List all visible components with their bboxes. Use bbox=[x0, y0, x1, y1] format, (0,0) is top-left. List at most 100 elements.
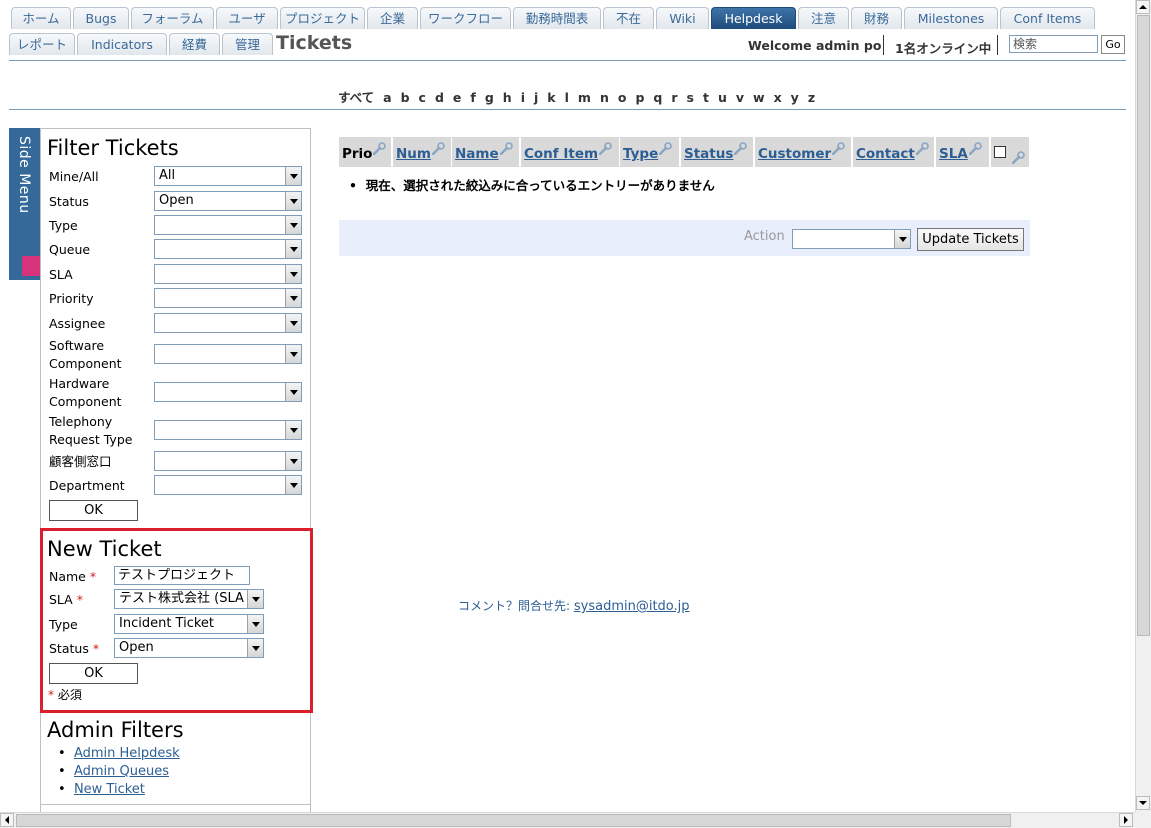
letter[interactable]: p bbox=[635, 90, 644, 105]
column-header-customer[interactable]: Customer bbox=[755, 137, 851, 167]
letter[interactable]: s bbox=[687, 90, 694, 105]
tab-bugs[interactable]: Bugs bbox=[73, 7, 129, 29]
tab-home[interactable]: ホーム bbox=[11, 7, 71, 29]
letter[interactable]: e bbox=[453, 90, 461, 105]
column-header-name[interactable]: Name bbox=[452, 137, 519, 167]
sla-select[interactable] bbox=[154, 264, 302, 284]
column-header-num[interactable]: Num bbox=[393, 137, 451, 167]
letter[interactable]: m bbox=[578, 90, 591, 105]
mine-all-select[interactable]: All bbox=[154, 166, 302, 186]
admin-helpdesk-link[interactable]: Admin Helpdesk bbox=[74, 746, 180, 761]
tab-timesheet[interactable]: 勤務時間表 bbox=[513, 7, 601, 29]
new-ticket-link[interactable]: New Ticket bbox=[74, 782, 145, 797]
letter[interactable]: f bbox=[470, 90, 475, 105]
tab-conf-items[interactable]: Conf Items bbox=[1000, 7, 1095, 29]
column-header-contact[interactable]: Contact bbox=[853, 137, 934, 167]
tab-notices[interactable]: 注意 bbox=[798, 7, 849, 29]
column-header-sla[interactable]: SLA bbox=[936, 137, 989, 167]
tab-projects[interactable]: プロジェクト bbox=[280, 7, 365, 29]
letter[interactable]: v bbox=[736, 90, 744, 105]
tab-forum[interactable]: フォーラム bbox=[131, 7, 214, 29]
department-select[interactable] bbox=[154, 475, 302, 495]
side-menu-toggle[interactable]: Side Menu bbox=[9, 128, 40, 280]
search-input[interactable]: 検索 bbox=[1009, 35, 1098, 53]
letter[interactable]: i bbox=[521, 90, 525, 105]
divider bbox=[9, 60, 1126, 61]
filter-label: Queue bbox=[49, 242, 91, 257]
scroll-left-icon[interactable] bbox=[0, 813, 14, 827]
page-title: Tickets bbox=[276, 32, 353, 54]
tab-admin[interactable]: 管理 bbox=[222, 33, 273, 55]
ticket-status-select[interactable]: Open bbox=[114, 638, 264, 658]
filter-ok-button[interactable]: OK bbox=[49, 500, 138, 521]
tab-expenses[interactable]: 経費 bbox=[169, 33, 220, 55]
letter[interactable]: n bbox=[600, 90, 609, 105]
update-tickets-button[interactable]: Update Tickets bbox=[917, 228, 1024, 251]
hardware-component-select[interactable] bbox=[154, 382, 302, 402]
letter[interactable]: j bbox=[534, 90, 538, 105]
letter[interactable]: h bbox=[503, 90, 512, 105]
horizontal-scrollbar[interactable] bbox=[0, 812, 1135, 828]
scroll-up-icon[interactable] bbox=[1136, 0, 1150, 14]
chevron-down-icon bbox=[285, 345, 301, 363]
letter[interactable]: r bbox=[671, 90, 677, 105]
letter[interactable]: g bbox=[485, 90, 494, 105]
status-select[interactable]: Open bbox=[154, 191, 302, 211]
column-header-conf-item[interactable]: Conf Item bbox=[521, 137, 619, 167]
letter[interactable]: c bbox=[419, 90, 426, 105]
contact-email-link[interactable]: sysadmin@itdo.jp bbox=[574, 599, 690, 614]
letter[interactable]: x bbox=[774, 90, 782, 105]
scroll-down-icon[interactable] bbox=[1136, 796, 1150, 810]
letter[interactable]: b bbox=[401, 90, 410, 105]
letter[interactable]: a bbox=[383, 90, 391, 105]
tab-users[interactable]: ユーザ bbox=[216, 7, 278, 29]
customer-contact-select[interactable] bbox=[154, 451, 302, 471]
tab-indicators[interactable]: Indicators bbox=[77, 33, 167, 55]
letter-all[interactable]: すべて bbox=[338, 87, 374, 106]
tab-companies[interactable]: 企業 bbox=[367, 7, 418, 29]
type-select[interactable] bbox=[154, 215, 302, 235]
tab-workflow[interactable]: ワークフロー bbox=[420, 7, 511, 29]
column-header-status[interactable]: Status bbox=[681, 137, 753, 167]
letter[interactable]: w bbox=[753, 90, 765, 105]
letter[interactable]: l bbox=[565, 90, 569, 105]
queue-select[interactable] bbox=[154, 239, 302, 259]
column-header-prio[interactable]: Prio bbox=[339, 137, 391, 167]
action-select[interactable] bbox=[792, 229, 911, 249]
tab-reports[interactable]: レポート bbox=[9, 33, 75, 55]
scroll-right-icon[interactable] bbox=[1119, 813, 1133, 827]
admin-queues-link[interactable]: Admin Queues bbox=[74, 764, 169, 779]
tab-helpdesk[interactable]: Helpdesk bbox=[711, 7, 796, 29]
expand-icon[interactable] bbox=[22, 256, 40, 276]
tab-absence[interactable]: 不在 bbox=[603, 7, 654, 29]
tab-wiki[interactable]: Wiki bbox=[656, 7, 709, 29]
letter[interactable]: t bbox=[703, 90, 709, 105]
ticket-type-select[interactable]: Incident Ticket bbox=[114, 614, 264, 634]
letter[interactable]: q bbox=[653, 90, 662, 105]
letter[interactable]: o bbox=[618, 90, 627, 105]
list-item: • New Ticket bbox=[58, 782, 145, 797]
telephony-request-type-select[interactable] bbox=[154, 420, 302, 440]
letter[interactable]: u bbox=[718, 90, 727, 105]
tab-finance[interactable]: 財務 bbox=[851, 7, 902, 29]
letter[interactable]: y bbox=[791, 90, 799, 105]
chevron-down-icon bbox=[285, 314, 301, 332]
scroll-thumb[interactable] bbox=[1137, 15, 1150, 636]
letter[interactable]: z bbox=[808, 90, 815, 105]
column-header-type[interactable]: Type bbox=[620, 137, 679, 167]
vertical-scrollbar[interactable] bbox=[1135, 0, 1151, 812]
chevron-down-icon bbox=[285, 476, 301, 494]
tab-milestones[interactable]: Milestones bbox=[904, 7, 998, 29]
select-all-checkbox[interactable] bbox=[994, 146, 1006, 158]
assignee-select[interactable] bbox=[154, 313, 302, 333]
ticket-sla-select[interactable]: テスト株式会社 (SLA bbox=[114, 589, 264, 609]
letter[interactable]: k bbox=[547, 90, 555, 105]
wrench-icon bbox=[373, 142, 387, 155]
priority-select[interactable] bbox=[154, 288, 302, 308]
scroll-thumb[interactable] bbox=[16, 814, 1011, 827]
ticket-name-input[interactable]: テストプロジェクト bbox=[114, 566, 250, 585]
new-ticket-ok-button[interactable]: OK bbox=[49, 663, 138, 684]
software-component-select[interactable] bbox=[154, 344, 302, 364]
letter[interactable]: d bbox=[435, 90, 444, 105]
go-button[interactable]: Go bbox=[1101, 35, 1125, 54]
